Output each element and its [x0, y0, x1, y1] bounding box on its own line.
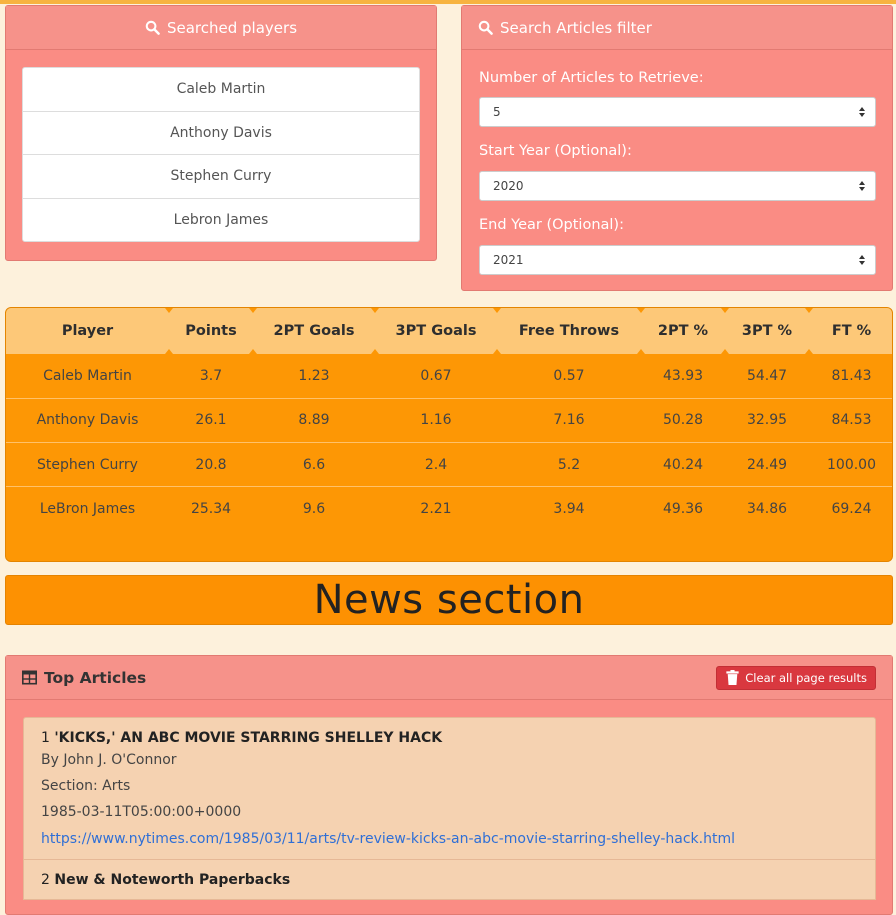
num-articles-label: Number of Articles to Retrieve: [479, 70, 704, 86]
article-title-text: New & Noteworth Paperbacks [54, 872, 291, 888]
search-icon [478, 20, 493, 35]
column-header-2pt-pct[interactable]: 2PT % [641, 308, 729, 354]
article-byline: By John J. O'Connor [41, 752, 177, 768]
table-cell: 40.24 [662, 456, 704, 473]
select-arrows-icon [859, 179, 865, 193]
column-header-3pt-goals[interactable]: 3PT Goals [375, 308, 501, 354]
table-cell: 1.16 [420, 412, 452, 429]
player-list: Caleb Martin Anthony Davis Stephen Curry… [22, 67, 420, 242]
table-cell: 69.24 [831, 501, 872, 518]
top-accent-bar [0, 0, 896, 4]
filter-header: Search Articles filter [462, 6, 892, 50]
article-title: 1 'KICKS,' AN ABC MOVIE STARRING SHELLEY… [41, 730, 858, 751]
table-cell: 1.23 [298, 367, 330, 384]
table-cell: 6.6 [302, 456, 326, 473]
table-cell: 20.8 [195, 456, 227, 473]
column-header-3pt-pct[interactable]: 3PT % [725, 308, 813, 354]
table-cell: 8.89 [298, 412, 330, 429]
table-cell: 25.34 [190, 501, 232, 518]
end-year-value: 2021 [493, 253, 524, 267]
num-articles-value: 5 [493, 105, 501, 119]
trash-icon [726, 670, 739, 685]
table-header-row: Player Points 2PT Goals 3PT Goals Free T… [6, 308, 892, 354]
article-url-link[interactable]: https://www.nytimes.com/1985/03/11/arts/… [41, 825, 858, 853]
article-item: 2 New & Noteworth Paperbacks [23, 859, 876, 900]
end-year-select[interactable]: 2021 [479, 245, 876, 275]
clear-all-results-button[interactable]: Clear all page results [716, 665, 876, 690]
table-cell: 2.21 [420, 501, 452, 518]
end-year-label: End Year (Optional): [479, 217, 624, 233]
table-cell: 3.7 [199, 367, 223, 384]
column-header-2pt-goals[interactable]: 2PT Goals [253, 308, 379, 354]
table-cell: 9.6 [302, 501, 326, 518]
table-cell: 32.95 [746, 412, 788, 429]
table-cell: 3.94 [553, 501, 585, 518]
search-icon [145, 20, 160, 35]
article-list: 1 'KICKS,' AN ABC MOVIE STARRING SHELLEY… [23, 717, 876, 900]
table-row: Anthony Davis 26.1 8.89 1.16 7.16 50.28 … [6, 398, 892, 443]
start-year-label: Start Year (Optional): [479, 143, 632, 159]
num-articles-select[interactable]: 5 [479, 97, 876, 127]
table-icon [22, 670, 37, 685]
column-header-points[interactable]: Points [169, 308, 257, 354]
table-cell: Anthony Davis [36, 412, 139, 429]
searched-players-title: Searched players [166, 18, 298, 37]
table-cell: 0.67 [420, 367, 452, 384]
table-cell: Caleb Martin [43, 367, 132, 384]
table-cell: 43.93 [662, 367, 704, 384]
select-arrows-icon [859, 253, 865, 267]
table-cell: 84.53 [831, 412, 872, 429]
table-cell: 34.86 [746, 501, 788, 518]
article-date: 1985-03-11T05:00:00+0000 [41, 804, 242, 820]
table-cell: 100.00 [827, 456, 876, 473]
news-section-heading: News section [5, 575, 893, 625]
table-row: LeBron James 25.34 9.6 2.21 3.94 49.36 3… [6, 487, 892, 531]
table-cell: 81.43 [831, 367, 872, 384]
start-year-select[interactable]: 2020 [479, 171, 876, 201]
filter-title: Search Articles filter [500, 18, 652, 37]
article-number: 1 [41, 730, 50, 746]
article-item: 1 'KICKS,' AN ABC MOVIE STARRING SHELLEY… [23, 717, 876, 860]
table-cell: 7.16 [553, 412, 585, 429]
table-row: Caleb Martin 3.7 1.23 0.67 0.57 43.93 54… [6, 354, 892, 399]
search-articles-filter-panel: Search Articles filter Number of Article… [461, 5, 893, 291]
top-articles-header: Top Articles Clear all page results [6, 656, 892, 700]
article-title-text: 'KICKS,' AN ABC MOVIE STARRING SHELLEY H… [54, 730, 443, 746]
table-cell: 54.47 [746, 367, 788, 384]
player-stats-table: Player Points 2PT Goals 3PT Goals Free T… [5, 307, 893, 562]
table-row: Stephen Curry 20.8 6.6 2.4 5.2 40.24 24.… [6, 443, 892, 487]
table-cell: 5.2 [557, 456, 581, 473]
table-cell: 49.36 [662, 501, 704, 518]
player-item-stephen-curry[interactable]: Stephen Curry [22, 154, 420, 199]
table-cell: 26.1 [195, 412, 227, 429]
table-cell: Stephen Curry [37, 456, 138, 473]
article-section: Section: Arts [41, 778, 131, 794]
table-cell: 0.57 [553, 367, 585, 384]
select-arrows-icon [859, 105, 865, 119]
column-header-player[interactable]: Player [6, 308, 173, 354]
player-item-anthony-davis[interactable]: Anthony Davis [22, 110, 420, 155]
searched-players-panel: Searched players Caleb Martin Anthony Da… [5, 5, 437, 261]
player-item-lebron-james[interactable]: Lebron James [22, 197, 420, 242]
top-articles-title: Top Articles [44, 668, 147, 687]
player-item-caleb-martin[interactable]: Caleb Martin [22, 67, 420, 112]
table-cell: 24.49 [746, 456, 788, 473]
article-number: 2 [41, 872, 50, 888]
table-cell: LeBron James [39, 501, 136, 518]
start-year-value: 2020 [493, 179, 524, 193]
article-title: 2 New & Noteworth Paperbacks [41, 872, 858, 893]
column-header-ft-pct[interactable]: FT % [809, 308, 892, 354]
table-cell: 2.4 [424, 456, 448, 473]
column-header-free-throws[interactable]: Free Throws [497, 308, 645, 354]
top-articles-title-group: Top Articles [22, 669, 146, 687]
table-cell: 50.28 [662, 412, 704, 429]
clear-all-results-label: Clear all page results [745, 670, 867, 685]
searched-players-header: Searched players [6, 6, 436, 50]
top-articles-panel: Top Articles Clear all page results 1 'K… [5, 655, 893, 915]
